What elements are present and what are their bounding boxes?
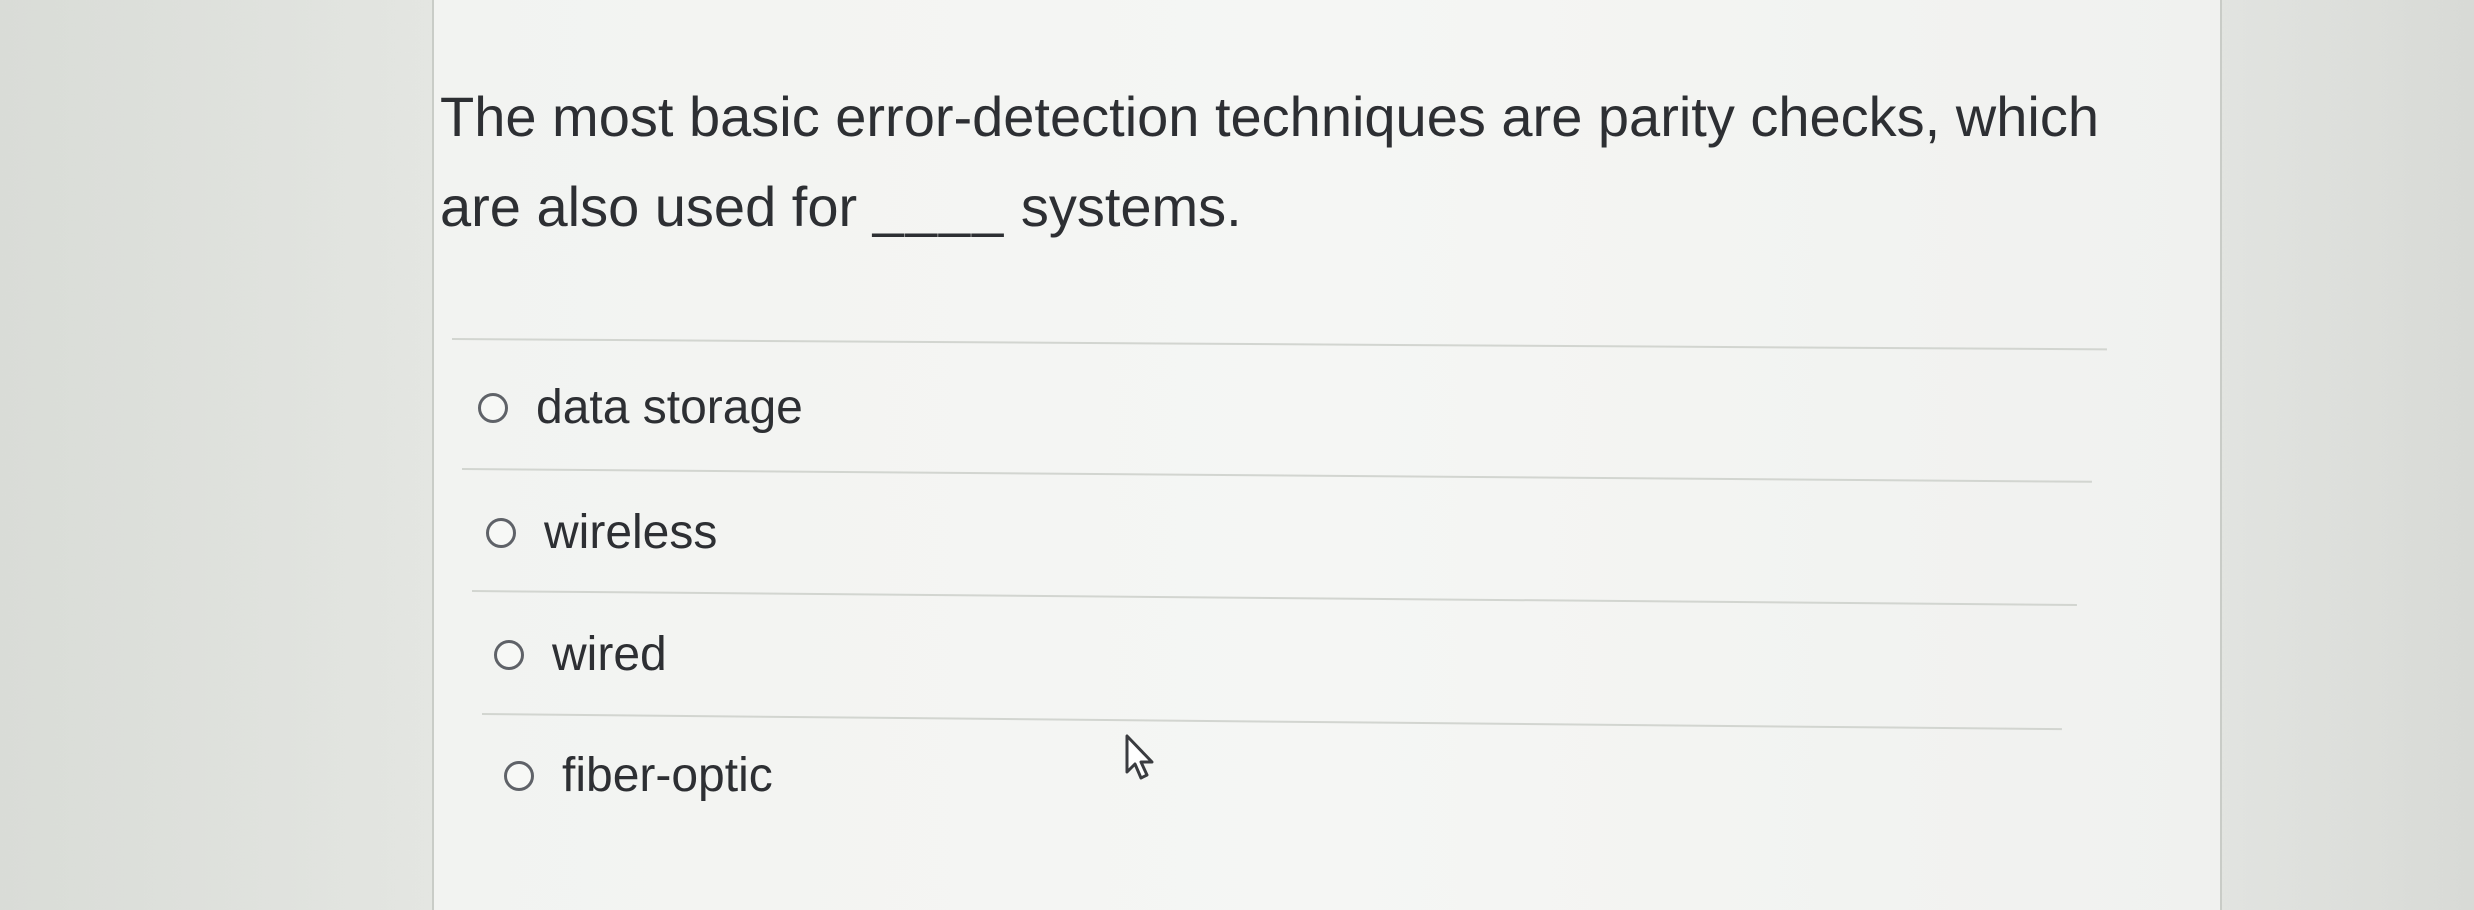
option-label: data storage — [536, 381, 803, 434]
question-text-before: The most basic error-detection technique… — [440, 85, 2099, 238]
question-text: The most basic error-detection technique… — [440, 72, 2140, 252]
radio-unchecked-icon[interactable] — [478, 393, 508, 423]
mouse-pointer-icon — [1125, 734, 1154, 780]
option-label: wireless — [544, 506, 718, 559]
radio-unchecked-icon[interactable] — [486, 518, 516, 548]
question-text-after: systems. — [1005, 175, 1242, 238]
question-blank: ____ — [872, 175, 1006, 238]
option-wireless[interactable]: wireless — [486, 503, 717, 563]
option-data-storage[interactable]: data storage — [478, 378, 803, 438]
option-label: fiber-optic — [562, 749, 773, 802]
radio-unchecked-icon[interactable] — [494, 640, 524, 670]
option-fiber-optic[interactable]: fiber-optic — [504, 746, 773, 806]
option-label: wired — [552, 628, 667, 681]
option-wired[interactable]: wired — [494, 625, 667, 685]
radio-unchecked-icon[interactable] — [504, 761, 534, 791]
